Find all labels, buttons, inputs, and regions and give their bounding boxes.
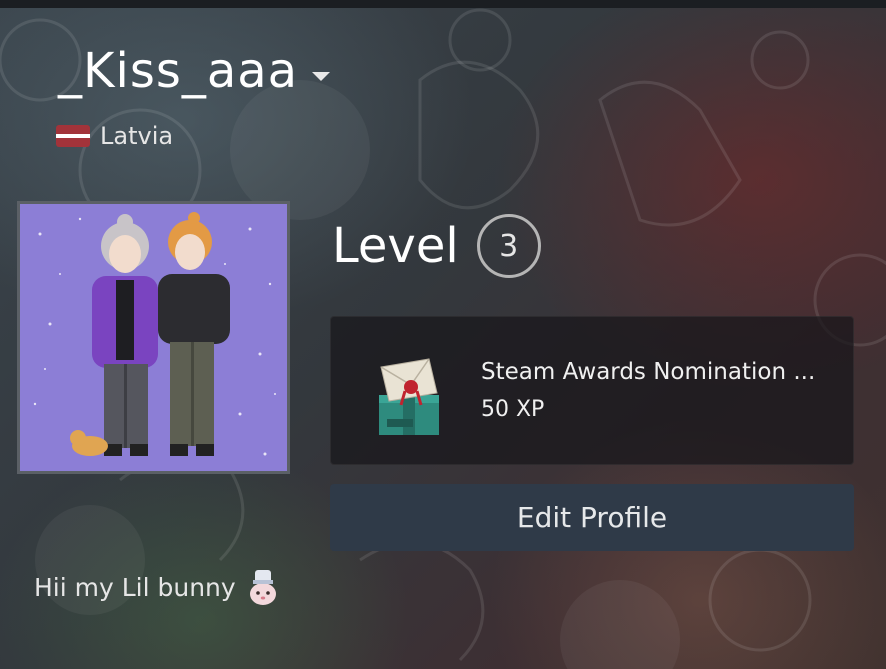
caret-down-icon[interactable] [312,71,331,81]
avatar[interactable] [17,201,290,474]
steam-awards-gift-icon [379,358,439,435]
level-display: Level 3 [332,214,541,278]
featured-badge-card[interactable]: Steam Awards Nomination ... 50 XP [330,316,854,465]
bio-text: Hii my Lil bunny [34,572,236,602]
profile-summary: Hii my Lil bunny [34,568,280,606]
badge-xp: 50 XP [481,397,545,422]
latvia-flag-icon [56,125,90,147]
avatar-image [20,204,287,471]
level-label: Level [332,218,459,274]
country-label: Latvia [100,122,174,150]
username: _Kiss_aaa [58,43,299,99]
username-header: _Kiss_aaa [58,42,331,100]
badge-name: Steam Awards Nomination ... [481,359,816,385]
bunny-emoji-icon [249,570,276,605]
edit-profile-button[interactable]: Edit Profile [330,484,854,551]
level-badge[interactable]: 3 [476,214,541,278]
location: Latvia [56,122,173,150]
